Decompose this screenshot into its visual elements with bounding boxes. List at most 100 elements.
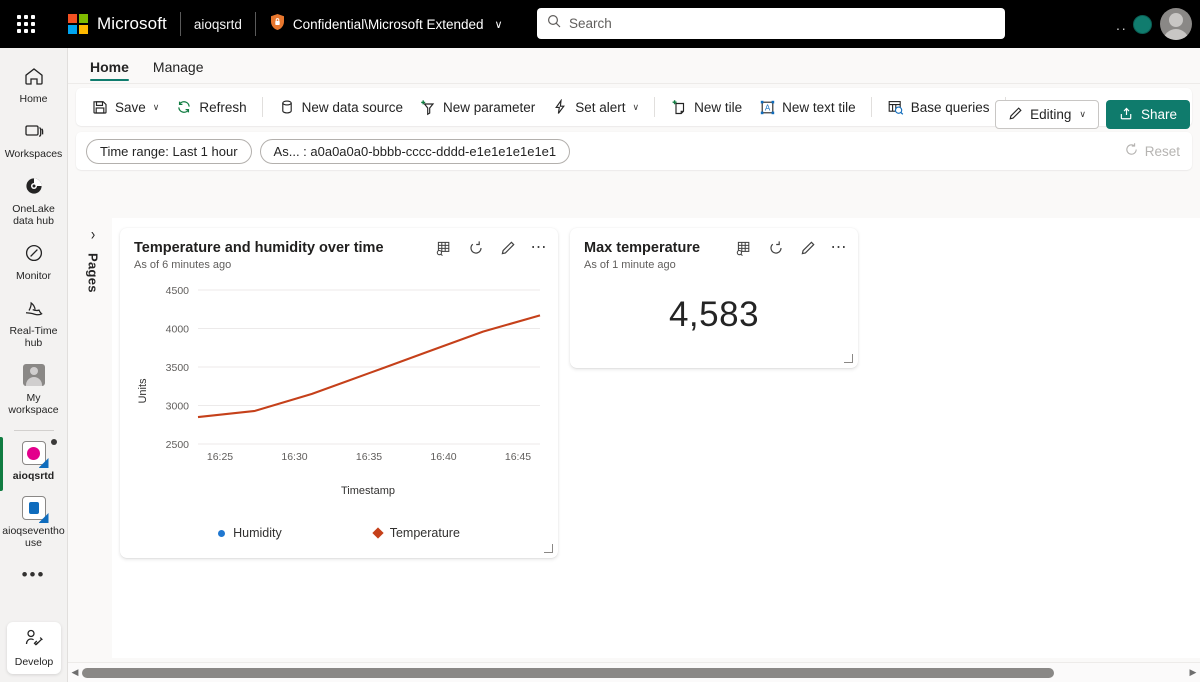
- sidebar-more-icon[interactable]: •••: [22, 555, 46, 595]
- refresh-icon[interactable]: [467, 239, 485, 257]
- base-queries-button[interactable]: Base queries: [880, 92, 997, 122]
- sidebar-item-monitor[interactable]: Monitor: [0, 233, 68, 288]
- reset-label: Reset: [1145, 144, 1180, 159]
- share-label: Share: [1141, 107, 1177, 122]
- tenant-name: aioqsrtd: [194, 17, 242, 32]
- realtime-hub-icon: [21, 295, 47, 321]
- develop-label: Develop: [15, 656, 54, 668]
- ribbon-right-actions: Editing ∨ Share: [995, 100, 1190, 129]
- scrollbar-track[interactable]: [82, 663, 1186, 683]
- legend-item-temperature[interactable]: Temperature: [374, 526, 460, 540]
- horizontal-scrollbar[interactable]: ◀ ▶: [68, 662, 1200, 682]
- home-icon: [21, 63, 47, 89]
- tile-actions: ⋯: [735, 239, 849, 257]
- svg-text:16:45: 16:45: [505, 451, 531, 463]
- tile-max-temperature[interactable]: Max temperature As of 1 minute ago: [570, 228, 858, 368]
- editing-mode-button[interactable]: Editing ∨: [995, 100, 1099, 129]
- sidebar-item-aioqsrtd[interactable]: aioqsrtd: [0, 433, 68, 488]
- my-workspace-avatar-icon: [21, 362, 47, 388]
- divider: [871, 97, 872, 117]
- sidebar-item-home[interactable]: Home: [0, 56, 68, 111]
- sidebar-item-onelake-data-hub[interactable]: OneLake data hub: [0, 166, 68, 233]
- app-launcher-icon[interactable]: [6, 4, 46, 44]
- pencil-icon: [1008, 106, 1023, 124]
- microsoft-squares-icon: [68, 14, 88, 34]
- scrollbar-thumb[interactable]: [82, 668, 1054, 678]
- chevron-down-icon: ∨: [153, 102, 160, 113]
- sensitivity-label-button[interactable]: Confidential\Microsoft Extended ∨: [269, 13, 503, 36]
- refresh-button[interactable]: Refresh: [168, 92, 253, 122]
- svg-text:16:40: 16:40: [430, 451, 456, 463]
- x-axis-label: Timestamp: [341, 485, 395, 497]
- svg-text:3500: 3500: [166, 362, 190, 374]
- time-range-pill[interactable]: Time range: Last 1 hour: [86, 139, 252, 164]
- sidebar-item-label: Real-Time hub: [2, 325, 66, 349]
- svg-text:16:30: 16:30: [281, 451, 307, 463]
- chevron-right-icon: ›: [91, 224, 95, 244]
- more-icon[interactable]: ⋯: [531, 243, 549, 253]
- chevron-down-icon: ∨: [1079, 109, 1086, 120]
- new-parameter-label: New parameter: [443, 100, 535, 115]
- refresh-label: Refresh: [199, 100, 246, 115]
- topbar-right-cluster: ··: [1116, 0, 1192, 48]
- share-button[interactable]: Share: [1106, 100, 1190, 129]
- save-button[interactable]: Save ∨: [84, 92, 166, 122]
- refresh-icon: [175, 98, 193, 116]
- new-text-tile-button[interactable]: A New text tile: [751, 92, 863, 122]
- more-options-icon[interactable]: ··: [1116, 21, 1127, 35]
- tile-resize-handle[interactable]: [544, 544, 553, 553]
- main-content-area: Home Manage Editing ∨ Share: [68, 48, 1200, 682]
- search-icon: [547, 14, 561, 33]
- edit-icon[interactable]: [799, 239, 817, 257]
- user-avatar[interactable]: [1160, 8, 1192, 40]
- develop-button[interactable]: Develop: [7, 622, 61, 674]
- set-alert-button[interactable]: Set alert ∨: [544, 92, 646, 122]
- explore-data-icon[interactable]: [735, 239, 753, 257]
- sidebar-item-workspaces[interactable]: Workspaces: [0, 111, 68, 166]
- onelake-icon: [21, 173, 47, 199]
- new-text-tile-label: New text tile: [782, 100, 856, 115]
- reset-filters-button[interactable]: Reset: [1124, 142, 1180, 160]
- save-icon: [91, 98, 109, 116]
- edit-icon[interactable]: [499, 239, 517, 257]
- sidebar-item-label: Home: [19, 93, 47, 105]
- sidebar-item-label: aioqsrtd: [13, 470, 54, 482]
- sidebar-item-my-workspace[interactable]: My workspace: [0, 355, 68, 422]
- tile-subtitle: As of 6 minutes ago: [134, 259, 544, 271]
- top-navigation-bar: Microsoft aioqsrtd Confidential\Microsof…: [0, 0, 1200, 48]
- refresh-icon[interactable]: [767, 239, 785, 257]
- new-text-tile-icon: A: [758, 98, 776, 116]
- divider: [14, 430, 54, 431]
- real-time-dashboard-icon: [21, 440, 47, 466]
- tile-actions: ⋯: [435, 239, 549, 257]
- presence-available-badge[interactable]: [1133, 15, 1152, 34]
- scroll-left-arrow-icon[interactable]: ◀: [68, 667, 82, 678]
- microsoft-logo[interactable]: Microsoft: [68, 14, 167, 34]
- editing-label: Editing: [1030, 107, 1071, 122]
- tile-header: Temperature and humidity over time As of…: [120, 228, 558, 271]
- pages-panel-toggle[interactable]: › Pages: [78, 218, 108, 658]
- new-parameter-button[interactable]: New parameter: [412, 92, 542, 122]
- scroll-right-arrow-icon[interactable]: ▶: [1186, 667, 1200, 678]
- sidebar-item-real-time-hub[interactable]: Real-Time hub: [0, 288, 68, 355]
- new-data-source-button[interactable]: New data source: [271, 92, 410, 122]
- more-icon[interactable]: ⋯: [831, 243, 849, 253]
- monitor-icon: [21, 240, 47, 266]
- chevron-down-icon: ∨: [495, 18, 503, 31]
- explore-data-icon[interactable]: [435, 239, 453, 257]
- new-tile-button[interactable]: New tile: [663, 92, 749, 122]
- svg-text:A: A: [764, 103, 770, 112]
- sidebar-item-label: aioqseventhouse: [2, 525, 66, 549]
- sidebar-item-aioqseventhouse[interactable]: aioqseventhouse: [0, 488, 68, 555]
- tile-resize-handle[interactable]: [844, 354, 853, 363]
- asset-parameter-pill[interactable]: As... : a0a0a0a0-bbbb-cccc-dddd-e1e1e1e1…: [260, 139, 571, 164]
- sidebar-item-label: Workspaces: [5, 148, 63, 160]
- develop-wrench-icon: [23, 628, 45, 653]
- search-input[interactable]: Search: [537, 8, 1005, 39]
- legend-label: Temperature: [390, 526, 460, 540]
- legend-item-humidity[interactable]: Humidity: [218, 526, 282, 540]
- tab-home[interactable]: Home: [80, 53, 139, 83]
- tab-manage[interactable]: Manage: [143, 53, 214, 83]
- tile-temperature-and-humidity[interactable]: Temperature and humidity over time As of…: [120, 228, 558, 558]
- sensitivity-shield-icon: [269, 13, 286, 36]
